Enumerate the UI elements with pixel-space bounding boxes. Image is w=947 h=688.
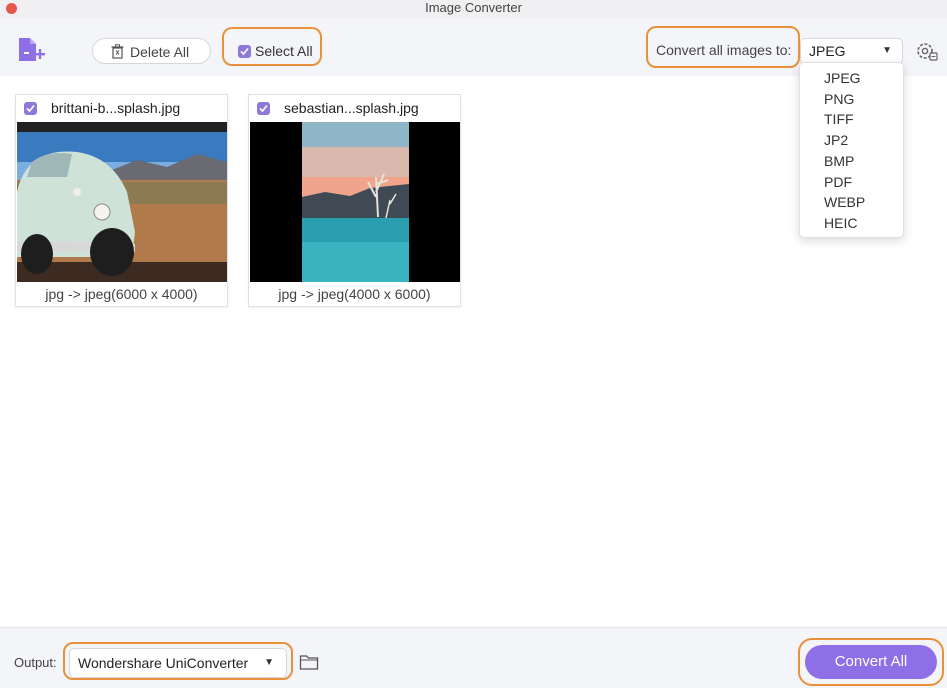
format-option-jpeg[interactable]: JPEG [824, 70, 861, 86]
format-option-bmp[interactable]: BMP [824, 153, 854, 169]
format-option-png[interactable]: PNG [824, 91, 854, 107]
image-conversion-info: jpg -> jpeg(4000 x 6000) [278, 286, 431, 302]
chevron-down-icon: ▼ [882, 45, 892, 56]
add-file-icon[interactable] [16, 36, 46, 66]
image-checkbox[interactable] [24, 102, 37, 115]
format-dropdown-menu: JPEG PNG TIFF JP2 BMP PDF WEBP HEIC [799, 62, 904, 238]
output-label: Output: [14, 655, 57, 670]
convert-all-highlight [798, 638, 944, 686]
checkmark-icon [259, 104, 268, 113]
close-window-button[interactable] [6, 3, 17, 14]
image-filename: sebastian...splash.jpg [284, 100, 419, 116]
footer-bar: Output: Wondershare UniConverter ▼ Conve… [0, 627, 947, 688]
format-option-jp2[interactable]: JP2 [824, 132, 848, 148]
delete-all-label: Delete All [130, 44, 190, 60]
image-card[interactable]: sebastian...splash.jpg jpg -> jpeg(4000 … [248, 94, 461, 307]
format-option-webp[interactable]: WEBP [824, 194, 865, 210]
image-checkbox[interactable] [257, 102, 270, 115]
image-filename: brittani-b...splash.jpg [51, 100, 181, 116]
gear-icon[interactable] [914, 39, 938, 63]
format-option-tiff[interactable]: TIFF [824, 111, 854, 127]
window-titlebar: Image Converter [0, 0, 947, 18]
checkmark-icon [26, 104, 35, 113]
delete-all-button[interactable]: Delete All [92, 38, 211, 64]
image-thumbnail [250, 122, 460, 282]
format-option-heic[interactable]: HEIC [824, 215, 857, 231]
output-select-highlight [63, 642, 293, 680]
format-select-value: JPEG [809, 43, 846, 59]
window-title: Image Converter [425, 0, 522, 15]
folder-icon[interactable] [299, 653, 319, 671]
image-conversion-info: jpg -> jpeg(6000 x 4000) [45, 286, 198, 302]
format-select[interactable]: JPEG ▼ [800, 38, 903, 64]
select-all-highlight [222, 27, 322, 66]
image-card[interactable]: brittani-b...splash.jpg jpg -> jpeg(6000… [15, 94, 228, 307]
format-option-pdf[interactable]: PDF [824, 174, 852, 190]
convert-label-highlight [646, 26, 800, 68]
trash-icon [111, 44, 124, 59]
image-thumbnail [17, 122, 227, 282]
